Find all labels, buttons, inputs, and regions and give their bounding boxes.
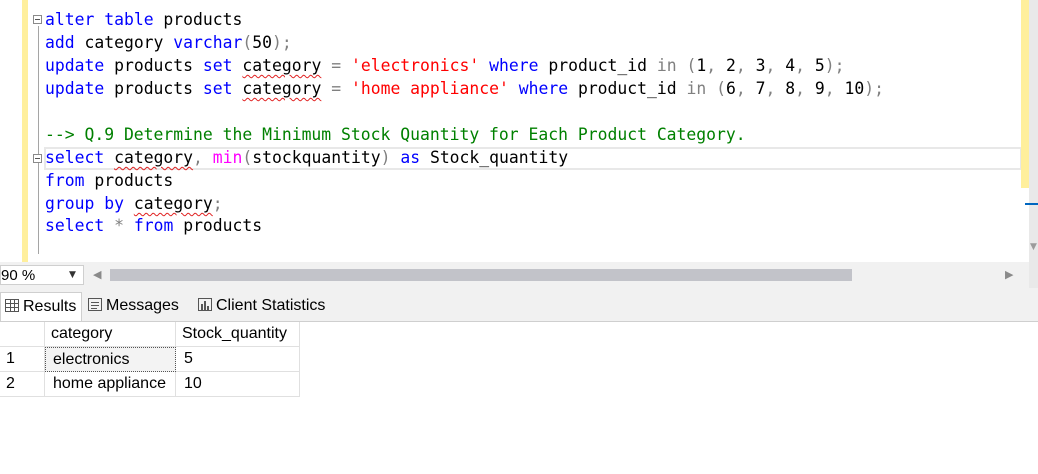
results-tabs: Results Messages Client Statistics (0, 288, 1038, 322)
tab-results[interactable]: Results (0, 292, 82, 321)
collapse-region-icon[interactable] (33, 15, 42, 24)
row-number[interactable]: 2 (0, 372, 45, 397)
outline-guide (38, 26, 39, 254)
grid-icon (5, 299, 19, 312)
column-header-stock-quantity[interactable]: Stock_quantity (176, 322, 300, 347)
scroll-right-icon[interactable]: ▶ (1005, 268, 1013, 281)
code-line-2[interactable]: add category varchar(50); (45, 31, 292, 54)
scroll-down-icon[interactable]: ▼ (1030, 242, 1037, 252)
code-line-7[interactable]: select category, min(stockquantity) as S… (45, 146, 568, 169)
code-line-8[interactable]: from products (45, 169, 173, 192)
grid-corner[interactable] (0, 322, 45, 347)
zoom-dropdown[interactable]: 90 % ▼ (0, 265, 84, 285)
vertical-scrollbar[interactable] (1029, 0, 1038, 262)
code-line-10[interactable]: select * from products (45, 214, 262, 237)
horizontal-scroll-thumb[interactable] (110, 269, 852, 281)
tab-client-statistics-label: Client Statistics (216, 297, 326, 314)
code-line-3[interactable]: update products set category = 'electron… (45, 54, 845, 77)
tab-client-statistics[interactable]: Client Statistics (198, 292, 325, 321)
change-margin-left (22, 0, 28, 262)
tab-results-label: Results (23, 298, 77, 315)
column-header-category[interactable]: category (45, 322, 176, 347)
grid-cell-category[interactable]: electronics (45, 347, 176, 372)
query-editor[interactable]: alter table products add category varcha… (0, 0, 1038, 262)
code-line-6[interactable]: --> Q.9 Determine the Minimum Stock Quan… (45, 123, 746, 146)
tab-messages[interactable]: Messages (88, 292, 179, 321)
tab-messages-label: Messages (106, 297, 179, 314)
code-line-9[interactable]: group by category; (45, 192, 223, 215)
collapse-region-icon[interactable] (33, 154, 42, 163)
row-number[interactable]: 1 (0, 347, 45, 372)
scrollbar-position-marker (1025, 203, 1038, 205)
scrollbar-corner (1029, 262, 1038, 288)
code-line-4[interactable]: update products set category = 'home app… (45, 77, 884, 100)
code-line-1[interactable]: alter table products (45, 8, 242, 31)
grid-cell-category[interactable]: home appliance (45, 372, 176, 397)
editor-status-bar: 90 % ▼ ◀ ▶ (0, 262, 1038, 288)
grid-cell-stock-quantity[interactable]: 5 (176, 347, 300, 372)
change-margin-right (1021, 0, 1029, 188)
zoom-level: 90 % (1, 267, 36, 284)
chevron-down-icon[interactable]: ▼ (69, 270, 76, 280)
statistics-icon (198, 298, 212, 311)
grid-cell-stock-quantity[interactable]: 10 (176, 372, 300, 397)
messages-icon (88, 298, 102, 311)
scroll-left-icon[interactable]: ◀ (93, 268, 101, 281)
